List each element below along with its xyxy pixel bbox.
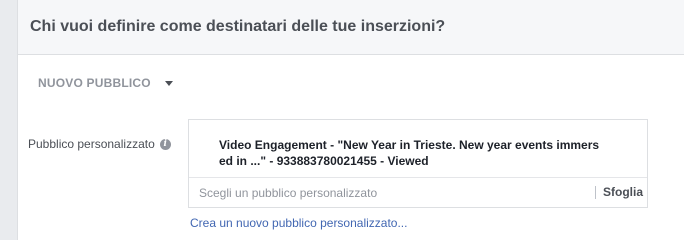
browse-divider <box>595 186 596 199</box>
panel-header: Chi vuoi definire come destinatari delle… <box>18 0 684 55</box>
info-icon[interactable]: i <box>159 138 171 150</box>
audience-panel: Chi vuoi definire come destinatari delle… <box>17 0 684 240</box>
selected-audience-line-2: ed in ..." - 933883780021455 - Viewed <box>219 154 429 168</box>
custom-audience-label: Pubblico personalizzato <box>28 137 155 151</box>
custom-audience-box: Video Engagement - "New Year in Trieste.… <box>188 119 648 208</box>
selected-audience-item[interactable]: Video Engagement - "New Year in Trieste.… <box>219 137 619 169</box>
audience-search-row: Sfoglia <box>189 177 647 208</box>
custom-audience-field-label: Pubblico personalizzato i <box>28 137 171 151</box>
selected-audience-line-1: Video Engagement - "New Year in Trieste.… <box>219 138 600 152</box>
new-audience-dropdown[interactable]: NUOVO PUBBLICO <box>38 74 173 92</box>
browse-button[interactable]: Sfoglia <box>603 185 643 199</box>
new-audience-label: NUOVO PUBBLICO <box>38 76 151 90</box>
create-custom-audience-link[interactable]: Crea un nuovo pubblico personalizzato... <box>190 216 407 230</box>
panel-title: Chi vuoi definire come destinatari delle… <box>30 18 446 35</box>
caret-down-icon <box>164 80 173 86</box>
custom-audience-search-input[interactable] <box>199 184 589 202</box>
